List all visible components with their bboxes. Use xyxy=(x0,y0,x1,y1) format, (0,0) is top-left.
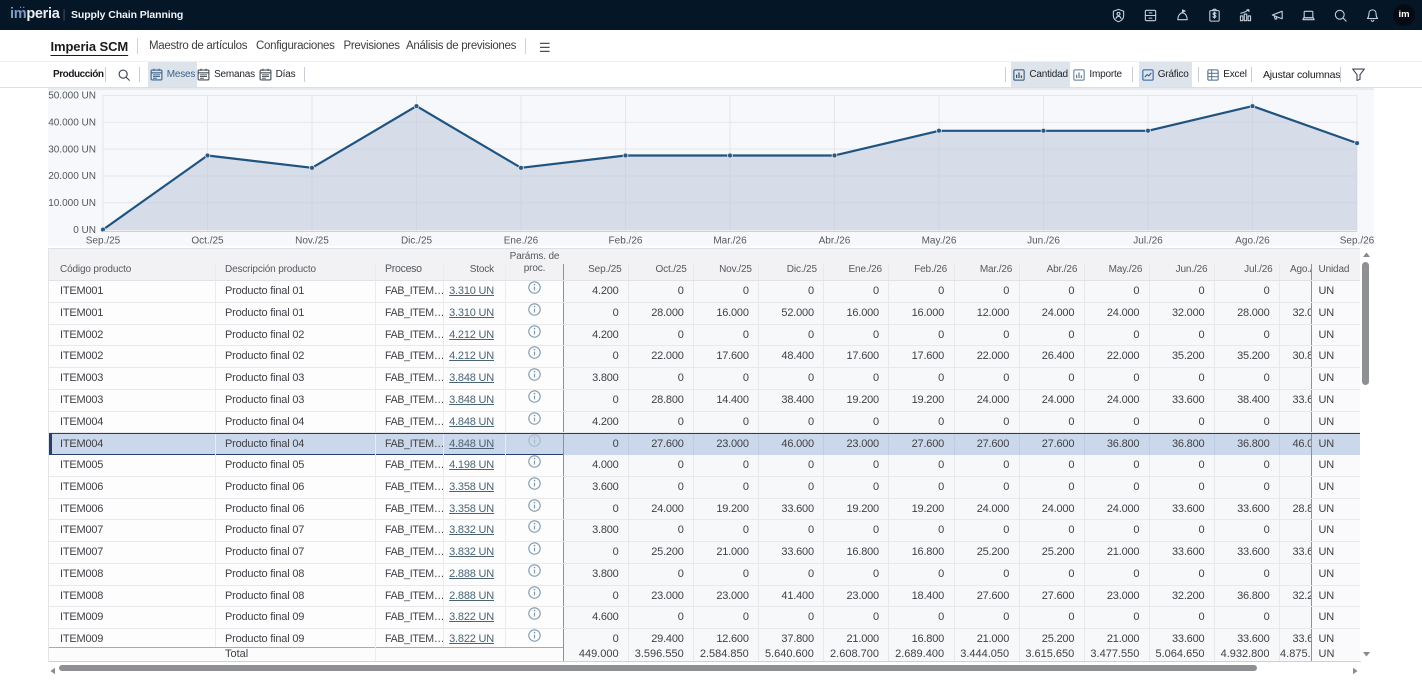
svg-text:Sep./26: Sep./26 xyxy=(1340,236,1374,247)
svg-text:30.000 UN: 30.000 UN xyxy=(48,144,96,155)
svg-text:Sep./25: Sep./25 xyxy=(86,236,121,247)
svg-text:10.000 UN: 10.000 UN xyxy=(48,198,96,209)
svg-text:Abr./26: Abr./26 xyxy=(819,236,851,247)
svg-text:May./26: May./26 xyxy=(922,236,957,247)
svg-text:40.000 UN: 40.000 UN xyxy=(48,117,96,128)
svg-text:50.000 UN: 50.000 UN xyxy=(48,91,96,102)
svg-text:Nov./25: Nov./25 xyxy=(295,236,329,247)
svg-text:0 UN: 0 UN xyxy=(73,225,96,236)
svg-text:Ene./26: Ene./26 xyxy=(504,236,539,247)
svg-text:Jul./26: Jul./26 xyxy=(1133,236,1163,247)
svg-text:Oct./25: Oct./25 xyxy=(191,236,224,247)
svg-text:Ago./26: Ago./26 xyxy=(1235,236,1270,247)
svg-text:20.000 UN: 20.000 UN xyxy=(48,171,96,182)
svg-text:Dic./25: Dic./25 xyxy=(401,236,433,247)
svg-text:Mar./26: Mar./26 xyxy=(713,236,747,247)
svg-text:Feb./26: Feb./26 xyxy=(609,236,643,247)
svg-text:Jun./26: Jun./26 xyxy=(1027,236,1060,247)
